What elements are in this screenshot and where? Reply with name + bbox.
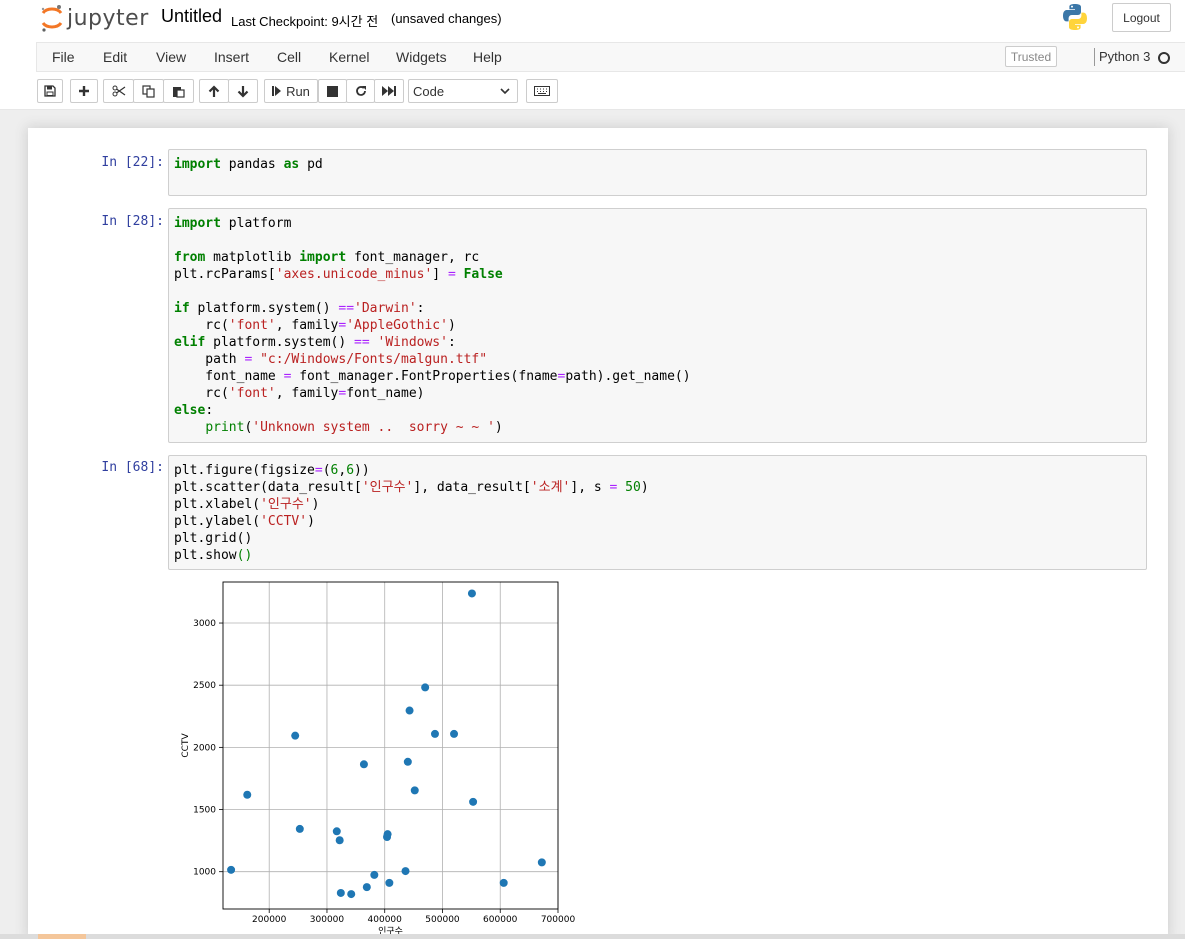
notebook-title[interactable]: Untitled <box>161 6 222 27</box>
paste-icon <box>173 86 185 98</box>
insert-cell-button[interactable] <box>70 79 98 103</box>
save-button[interactable] <box>37 79 63 103</box>
restart-run-all-button[interactable] <box>374 79 404 103</box>
restart-kernel-button[interactable] <box>346 79 375 103</box>
code-line: import pandas as pd <box>174 157 323 172</box>
code-line: else: <box>174 403 214 418</box>
code-line: plt.scatter(data_result['인구수'], data_res… <box>174 480 649 495</box>
code-cell[interactable]: plt.figure(figsize=(6,6)) plt.scatter(dat… <box>168 455 1147 570</box>
code-line: import platform <box>174 216 292 231</box>
jupyter-icon <box>41 5 63 32</box>
horizontal-scrollbar[interactable] <box>0 934 1185 939</box>
step-forward-icon <box>272 86 282 96</box>
copy-icon <box>142 84 155 98</box>
code-line: print('Unknown system .. sorry ~ ~ ') <box>205 420 503 435</box>
menu-widgets[interactable]: Widgets <box>396 49 447 65</box>
menubar: File Edit View Insert Cell Kernel Widget… <box>0 42 1185 72</box>
run-label: Run <box>286 83 310 99</box>
scrollbar-thumb[interactable] <box>38 934 86 939</box>
kernel-divider <box>1094 48 1095 66</box>
code-line: plt.rcParams['axes.unicode_minus'] = Fal… <box>174 267 503 282</box>
cell-type-select[interactable]: Code <box>408 79 518 103</box>
menu-file[interactable]: File <box>52 49 75 65</box>
code-line: path = "c:/Windows/Fonts/malgun.ttf" <box>174 352 488 367</box>
code-line: plt.show() <box>174 548 253 563</box>
trusted-indicator[interactable]: Trusted <box>1005 46 1057 67</box>
interrupt-kernel-button[interactable] <box>318 79 347 103</box>
code-line: rc('font', family='AppleGothic') <box>174 318 456 333</box>
kernel-idle-icon <box>1158 52 1170 64</box>
arrow-up-icon <box>208 84 220 97</box>
input-prompt: In [22]: <box>101 155 164 170</box>
code-line: plt.xlabel('인구수') <box>174 497 320 512</box>
refresh-icon <box>355 86 366 96</box>
cut-button[interactable] <box>103 79 134 103</box>
logout-button[interactable]: Logout <box>1112 3 1171 32</box>
menu-help[interactable]: Help <box>473 49 502 65</box>
fast-forward-icon <box>382 86 396 96</box>
menu-insert[interactable]: Insert <box>214 49 249 65</box>
input-prompt: In [28]: <box>101 214 164 229</box>
logo-text: jupyter <box>67 5 149 31</box>
python-logo-icon <box>1063 4 1087 30</box>
kernel-name: Python 3 <box>1099 49 1151 64</box>
save-icon <box>44 85 56 97</box>
input-prompt: In [68]: <box>101 460 164 475</box>
move-up-button[interactable] <box>199 79 229 103</box>
code-line: plt.grid() <box>174 531 253 546</box>
code-line: plt.figure(figsize=(6,6)) <box>174 463 370 478</box>
stop-icon <box>327 85 338 97</box>
run-button[interactable]: Run <box>264 79 318 103</box>
code-line: plt.ylabel('CCTV') <box>174 514 315 529</box>
move-down-button[interactable] <box>228 79 258 103</box>
chevron-down-icon <box>500 88 510 95</box>
code-line: if platform.system() =='Darwin': <box>174 301 425 316</box>
copy-button[interactable] <box>133 79 164 103</box>
code-line: elif platform.system() == 'Windows': <box>174 335 456 350</box>
header: jupyter Untitled Last Checkpoint: 9시간 전 … <box>0 0 1185 42</box>
menu-edit[interactable]: Edit <box>103 49 127 65</box>
menu-kernel[interactable]: Kernel <box>329 49 369 65</box>
code-cell[interactable]: import platform from matplotlib import f… <box>168 208 1147 443</box>
toolbar: Run Code <box>0 72 1185 110</box>
cut-icon <box>112 85 125 97</box>
keyboard-icon <box>534 86 550 96</box>
code-line: rc('font', family=font_name) <box>174 386 425 401</box>
code-line: font_name = font_manager.FontProperties(… <box>174 369 691 384</box>
command-palette-button[interactable] <box>526 79 558 103</box>
cell-type-value: Code <box>413 83 445 99</box>
code-line: from matplotlib import font_manager, rc <box>174 250 480 265</box>
plus-icon <box>79 86 89 96</box>
notebook-container: In [22]: import pandas as pd In [28]: im… <box>28 128 1168 939</box>
arrow-down-icon <box>237 85 249 98</box>
menu-cell[interactable]: Cell <box>277 49 301 65</box>
paste-button[interactable] <box>163 79 194 103</box>
menu-view[interactable]: View <box>156 49 186 65</box>
unsaved-status: (unsaved changes) <box>391 11 502 26</box>
checkpoint-status: Last Checkpoint: 9시간 전 <box>231 14 379 29</box>
code-cell[interactable]: import pandas as pd <box>168 149 1147 196</box>
jupyter-logo[interactable]: jupyter <box>40 3 149 33</box>
